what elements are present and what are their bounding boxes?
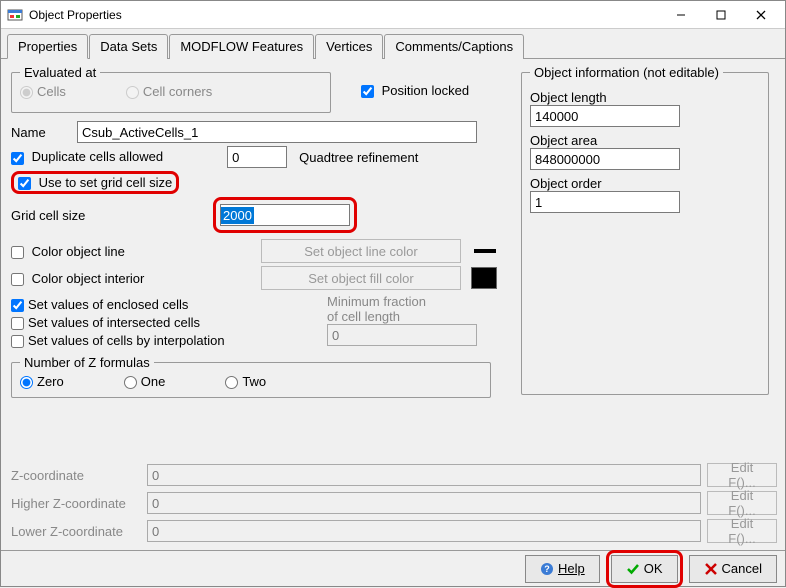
lower-z-edit-button[interactable]: Edit F()... [707,519,777,543]
duplicate-cells-checkbox[interactable] [11,152,24,165]
object-info-group: Object information (not editable) Object… [521,65,769,395]
color-interior-label[interactable]: Color object interior [11,271,251,286]
set-interpolation-label[interactable]: Set values of cells by interpolation [11,333,225,348]
name-label: Name [11,125,65,140]
lower-z-label: Lower Z-coordinate [11,524,141,539]
tab-modflow-features[interactable]: MODFLOW Features [169,34,314,59]
radio-cell-corners [126,86,139,99]
position-locked-label[interactable]: Position locked [361,83,469,98]
set-fill-color-button[interactable]: Set object fill color [261,266,461,290]
use-grid-size-checkbox[interactable] [18,177,31,190]
dialog-footer: ? Help OK Cancel [1,550,785,586]
object-order-label: Object order [530,176,760,191]
evaluated-at-group: Evaluated at Cells Cell corners [11,65,331,113]
svg-text:?: ? [544,564,550,574]
object-length-label: Object length [530,90,760,105]
radio-two[interactable] [225,376,238,389]
position-locked-checkbox[interactable] [361,85,374,98]
object-area-label: Object area [530,133,760,148]
cancel-button[interactable]: Cancel [689,555,777,583]
highlight-ok: OK [606,550,683,588]
tab-data-sets[interactable]: Data Sets [89,34,168,59]
z-formulas-group: Number of Z formulas Zero One Two [11,355,491,398]
window-controls [661,2,781,28]
radio-cells [20,86,33,99]
min-fraction-label1: Minimum fraction [327,294,477,309]
radio-zero-label[interactable]: Zero [20,374,64,389]
set-interpolation-checkbox[interactable] [11,335,24,348]
color-line-checkbox[interactable] [11,246,24,259]
grid-cell-size-label: Grid cell size [11,208,201,223]
help-icon: ? [540,562,554,576]
object-properties-window: Object Properties Properties Data Sets M… [0,0,786,587]
use-grid-size-label[interactable]: Use to set grid cell size [18,175,172,190]
set-intersected-label[interactable]: Set values of intersected cells [11,315,200,330]
z-coord-input [147,464,701,486]
set-intersected-checkbox[interactable] [11,317,24,330]
object-area-value [530,148,680,170]
min-fraction-label2: of cell length [327,309,477,324]
tab-strip: Properties Data Sets MODFLOW Features Ve… [1,29,785,59]
tab-properties[interactable]: Properties [7,34,88,59]
x-icon [704,562,718,576]
name-input[interactable] [77,121,477,143]
line-color-swatch [474,249,496,253]
radio-zero[interactable] [20,376,33,389]
z-formulas-legend: Number of Z formulas [20,355,154,370]
app-icon [7,7,23,23]
tab-vertices[interactable]: Vertices [315,34,383,59]
object-length-value [530,105,680,127]
highlight-use-grid-size: Use to set grid cell size [11,171,179,194]
radio-one-label[interactable]: One [124,374,166,389]
close-button[interactable] [741,2,781,28]
min-fraction-input [327,324,477,346]
radio-two-label[interactable]: Two [225,374,266,389]
radio-cell-corners-label: Cell corners [126,84,212,99]
radio-one[interactable] [124,376,137,389]
quadtree-label: Quadtree refinement [299,150,418,165]
check-icon [626,562,640,576]
higher-z-edit-button[interactable]: Edit F()... [707,491,777,515]
z-coord-edit-button[interactable]: Edit F()... [707,463,777,487]
set-enclosed-label[interactable]: Set values of enclosed cells [11,297,188,312]
tab-comments-captions[interactable]: Comments/Captions [384,34,524,59]
set-line-color-button[interactable]: Set object line color [261,239,461,263]
set-enclosed-checkbox[interactable] [11,299,24,312]
lower-z-input [147,520,701,542]
help-button[interactable]: ? Help [525,555,600,583]
object-order-value [530,191,680,213]
maximize-button[interactable] [701,2,741,28]
color-line-label[interactable]: Color object line [11,244,251,259]
color-interior-checkbox[interactable] [11,273,24,286]
ok-button[interactable]: OK [611,555,678,583]
minimize-button[interactable] [661,2,701,28]
duplicate-cells-label[interactable]: Duplicate cells allowed [11,149,163,164]
properties-panel: Evaluated at Cells Cell corners Position… [1,59,785,550]
evaluated-at-legend: Evaluated at [20,65,100,80]
window-title: Object Properties [29,8,661,22]
highlight-grid-cell-size: 2000 [213,197,357,233]
z-coord-label: Z-coordinate [11,468,141,483]
grid-cell-size-input[interactable]: 2000 [221,207,254,224]
higher-z-label: Higher Z-coordinate [11,496,141,511]
higher-z-input [147,492,701,514]
titlebar: Object Properties [1,1,785,29]
fill-color-swatch [471,267,497,289]
radio-cells-label: Cells [20,84,66,99]
object-info-legend: Object information (not editable) [530,65,723,80]
quadtree-input[interactable] [227,146,287,168]
